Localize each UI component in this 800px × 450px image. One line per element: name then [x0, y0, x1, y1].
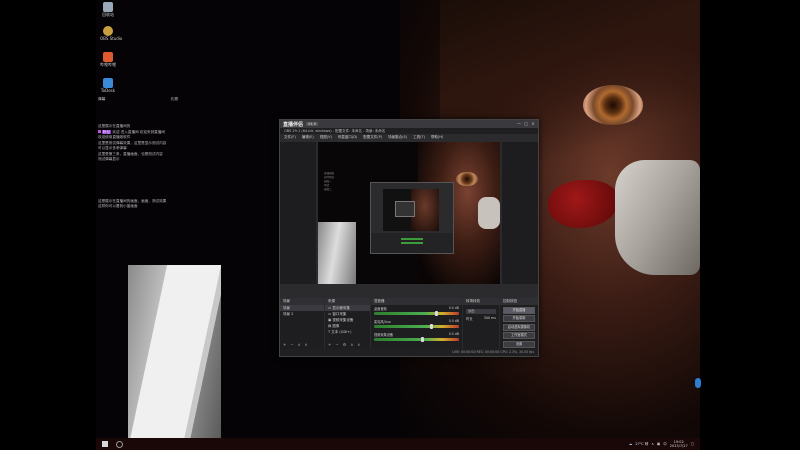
add-icon[interactable]: +: [328, 342, 331, 349]
start-streaming-button[interactable]: 开始直播: [503, 306, 535, 314]
system-tray: ☁ 27℃ 晴 ∧ ▣ 中 19:02 2023/7/27 ▢: [629, 440, 694, 448]
volume-slider[interactable]: [374, 324, 459, 329]
recycle-bin-icon: [103, 2, 113, 12]
transitions-header: 转场特效: [463, 298, 499, 305]
add-icon[interactable]: +: [283, 342, 286, 349]
up-icon[interactable]: ∧: [350, 342, 353, 349]
menu-help[interactable]: 帮助(H): [431, 134, 443, 140]
duration-input[interactable]: 300 ms: [484, 316, 496, 321]
notification-icon[interactable]: ▢: [691, 442, 694, 446]
chevron-up-icon[interactable]: ∧: [651, 442, 654, 446]
maximize-button[interactable]: □: [524, 122, 528, 126]
chat-tab-gifts[interactable]: 礼物: [171, 97, 178, 102]
search-icon[interactable]: [116, 440, 123, 448]
obs-preview[interactable]: 直播画面 实时预览 画面一 测试 画面二: [318, 142, 500, 284]
ime-indicator[interactable]: 中: [663, 442, 667, 447]
scene-item[interactable]: 场景 2: [280, 311, 324, 317]
desktop-icon-obs[interactable]: OBS Studio: [100, 26, 122, 41]
menu-scene-collection[interactable]: 场景集合(S): [388, 134, 407, 140]
transition-select[interactable]: 淡出: [466, 309, 496, 314]
obs-left-gutter: [280, 142, 316, 284]
nested-window: [395, 201, 415, 217]
app-icon-blue: [103, 78, 113, 88]
scenes-toolbar: + − ∧ ∨: [280, 342, 324, 349]
mixer-channel: 视频采集设备 0.0 dB: [371, 331, 462, 344]
obs-status-bar: LIVE: 00:00:00 REC: 00:00:00 CPU: 2.3%, …: [280, 349, 538, 356]
wallpaper-hand: [615, 160, 700, 275]
down-icon[interactable]: ∨: [357, 342, 360, 349]
desktop-icon-blue-app[interactable]: ToDesk: [100, 78, 116, 93]
gear-icon[interactable]: ⚙: [343, 342, 347, 349]
menu-view[interactable]: 视图(V): [320, 134, 332, 140]
settings-button[interactable]: 设置: [503, 340, 535, 348]
controls-header: 控制按钮: [500, 298, 538, 305]
desktop-icon-recycle-bin[interactable]: 回收站: [100, 2, 116, 18]
windows-start-icon[interactable]: [102, 441, 108, 447]
volume-slider[interactable]: [374, 311, 459, 316]
start-recording-button[interactable]: 开始录制: [503, 315, 535, 322]
preview-eye: [456, 172, 478, 186]
sources-toolbar: + − ⚙ ∧ ∨: [325, 342, 370, 349]
preview-text-lines: 直播画面 实时预览 画面一 测试 画面二: [324, 172, 335, 191]
scenes-header: 场景: [280, 298, 324, 305]
transitions-panel: 淡出 时长 300 ms: [463, 305, 499, 349]
clock-date: 2023/7/27: [669, 444, 688, 448]
obs-window[interactable]: 直播伴侣 V4.0 — □ × OBS 29.1 (64-bit, window…: [279, 119, 539, 357]
preview-hand: [478, 197, 500, 229]
virtual-camera-button[interactable]: 启动虚拟摄像机: [503, 323, 535, 331]
app-icon-red: [103, 52, 113, 62]
menu-tools[interactable]: 工具(T): [413, 134, 425, 140]
up-icon[interactable]: ∧: [298, 342, 301, 349]
camera-overlay[interactable]: [128, 265, 221, 440]
window-controls: — □ ×: [517, 122, 535, 126]
mixer-panel: 桌面音频 0.0 dB 麦克风/Aux 0.0 dB 视频采集设备 0.0 dB: [371, 305, 462, 349]
floating-ball-icon[interactable]: [695, 378, 701, 388]
chat-tab-danmaku[interactable]: 弹幕: [98, 97, 105, 102]
wallpaper-eye: [583, 85, 643, 125]
controls-panel: 开始直播 开始录制 启动虚拟摄像机 工作室模式 设置 退出: [500, 305, 538, 356]
minimize-button[interactable]: —: [517, 122, 521, 126]
remove-icon[interactable]: −: [335, 342, 338, 349]
duration-label: 时长: [466, 317, 473, 321]
obs-menu-bar: 文件(F) 编辑(E) 视图(V) 停靠窗口(D) 配置文件(P) 场景集合(S…: [280, 134, 538, 140]
nested-meter: [401, 238, 423, 240]
chat-panel: 这是展示在直播间的 粉丝 欢迎 进入直播间 欢迎来到直播间 欢迎使用直播姬软件 …: [98, 124, 188, 210]
volume-knob[interactable]: [430, 324, 434, 329]
sources-header: 来源: [325, 298, 370, 305]
network-icon[interactable]: ▣: [657, 442, 660, 446]
chat-line: 这样你可以看到小窗画面: [98, 204, 138, 208]
weather-text[interactable]: 27℃ 晴: [635, 442, 648, 447]
screen: 回收站 OBS Studio 哔哩哔哩 ToDesk 弹幕 礼物 这是展示在直播…: [0, 0, 800, 450]
menu-file[interactable]: 文件(F): [284, 134, 296, 140]
down-icon[interactable]: ∨: [305, 342, 308, 349]
volume-slider[interactable]: [374, 337, 459, 342]
mixer-channel: 麦克风/Aux 0.0 dB: [371, 318, 462, 331]
preview-nested-obs: [370, 182, 454, 254]
obs-shortcut-icon: [103, 26, 113, 36]
cloud-icon: ☁: [628, 442, 633, 446]
volume-knob[interactable]: [435, 311, 439, 316]
obs-brand-bar: 直播伴侣 V4.0 — □ ×: [280, 120, 538, 128]
obs-right-gutter: [502, 142, 538, 284]
menu-docks[interactable]: 停靠窗口(D): [338, 134, 357, 140]
clock[interactable]: 19:02 2023/7/27: [670, 440, 688, 448]
volume-knob[interactable]: [420, 337, 424, 342]
preview-camera: [318, 222, 356, 284]
version-badge: V4.0: [306, 122, 318, 126]
studio-mode-button[interactable]: 工作室模式: [503, 332, 535, 339]
menu-profile[interactable]: 配置文件(P): [363, 134, 382, 140]
obs-brand-title: 直播伴侣: [283, 121, 304, 128]
remove-icon[interactable]: −: [290, 342, 293, 349]
chat-header: 弹幕 礼物: [98, 97, 178, 102]
mixer-header: 混音器: [371, 298, 462, 305]
nested-meter: [401, 242, 423, 244]
source-item[interactable]: T 文本 (GDI+): [325, 329, 370, 335]
close-button[interactable]: ×: [531, 122, 535, 126]
chat-line: 测试弹幕显示: [98, 157, 120, 161]
nested-face: [411, 189, 439, 231]
menu-edit[interactable]: 编辑(E): [302, 134, 314, 140]
desktop-icon-red-app[interactable]: 哔哩哔哩: [100, 52, 116, 68]
mixer-channel: 桌面音频 0.0 dB: [371, 305, 462, 318]
taskbar: ☁ 27℃ 晴 ∧ ▣ 中 19:02 2023/7/27 ▢: [96, 438, 700, 450]
